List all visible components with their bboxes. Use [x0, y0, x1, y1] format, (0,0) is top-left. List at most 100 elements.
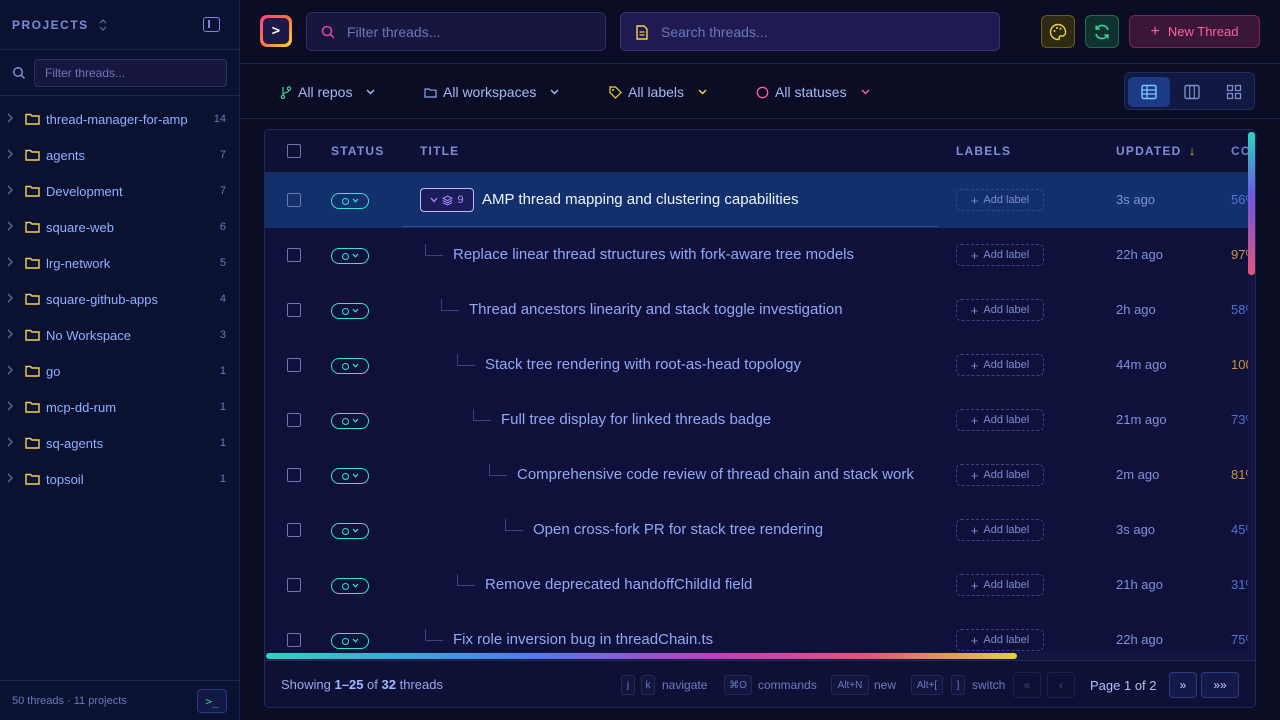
showing-unit: threads	[399, 677, 443, 692]
table-row[interactable]: Open cross-fork PR for stack tree render…	[265, 503, 1255, 558]
workspaces-filter[interactable]: All workspaces	[424, 81, 559, 103]
chevron-right-icon[interactable]	[7, 149, 15, 162]
column-title[interactable]: TITLE	[420, 144, 459, 158]
table-row[interactable]: Full tree display for linked threads bad…	[265, 393, 1255, 448]
thread-search-input[interactable]: Search threads...	[620, 12, 1000, 51]
stack-toggle-badge[interactable]: 9	[420, 188, 474, 212]
statuses-filter[interactable]: All statuses	[756, 81, 870, 103]
status-dropdown[interactable]	[331, 248, 369, 264]
thread-title[interactable]: Full tree display for linked threads bad…	[501, 411, 771, 428]
table-row[interactable]: Thread ancestors linearity and stack tog…	[265, 283, 1255, 338]
terminal-button[interactable]: >_	[197, 689, 227, 713]
add-label-button[interactable]: + Add label	[956, 244, 1044, 266]
add-label-button[interactable]: + Add label	[956, 299, 1044, 321]
table-view-button[interactable]	[1128, 77, 1170, 107]
thread-filter-input[interactable]: Filter threads...	[306, 12, 606, 51]
project-item[interactable]: thread-manager-for-amp 14	[0, 101, 240, 137]
add-label-button[interactable]: + Add label	[956, 464, 1044, 486]
table-row[interactable]: 9 AMP thread mapping and clustering capab…	[265, 173, 1255, 228]
thread-title[interactable]: AMP thread mapping and clustering capabi…	[482, 191, 799, 208]
column-updated[interactable]: UPDATED ↓	[1116, 144, 1196, 158]
thread-title[interactable]: Remove deprecated handoffChildId field	[485, 576, 752, 593]
status-dropdown[interactable]	[331, 523, 369, 539]
row-checkbox[interactable]	[287, 413, 301, 427]
thread-title[interactable]: Thread ancestors linearity and stack tog…	[469, 301, 843, 318]
status-dropdown[interactable]	[331, 468, 369, 484]
last-page-button[interactable]: »»	[1201, 672, 1239, 698]
kanban-view-button[interactable]	[1171, 77, 1213, 107]
row-checkbox[interactable]	[287, 248, 301, 262]
refresh-button[interactable]	[1085, 15, 1119, 48]
horizontal-scroll-thumb[interactable]	[266, 653, 1017, 659]
chevron-right-icon[interactable]	[7, 437, 15, 450]
collapse-sidebar-icon[interactable]	[203, 17, 220, 32]
project-item[interactable]: lrg-network 5	[0, 245, 240, 281]
table-row[interactable]: Comprehensive code review of thread chai…	[265, 448, 1255, 503]
horizontal-scrollbar[interactable]	[265, 652, 1255, 660]
row-checkbox[interactable]	[287, 193, 301, 207]
theme-palette-button[interactable]	[1041, 15, 1075, 48]
status-dropdown[interactable]	[331, 303, 369, 319]
chevron-right-icon[interactable]	[7, 473, 15, 486]
status-dropdown[interactable]	[331, 413, 369, 429]
project-item[interactable]: agents 7	[0, 137, 240, 173]
chevron-right-icon[interactable]	[7, 401, 15, 414]
status-dropdown[interactable]	[331, 193, 369, 209]
row-checkbox[interactable]	[287, 523, 301, 537]
chevron-right-icon[interactable]	[7, 365, 15, 378]
select-all-checkbox[interactable]	[287, 144, 301, 158]
chevron-right-icon[interactable]	[7, 185, 15, 198]
add-label-button[interactable]: + Add label	[956, 354, 1044, 376]
app-logo[interactable]: >	[260, 15, 292, 47]
column-status[interactable]: STATUS	[331, 144, 384, 158]
add-label-button[interactable]: + Add label	[956, 519, 1044, 541]
add-label-button[interactable]: + Add label	[956, 629, 1044, 651]
status-dropdown[interactable]	[331, 578, 369, 594]
add-label-button[interactable]: + Add label	[956, 189, 1044, 211]
top-bar: > Filter threads... Search threads... + …	[240, 0, 1280, 64]
project-item[interactable]: square-web 6	[0, 209, 240, 245]
status-dropdown[interactable]	[331, 633, 369, 649]
project-item[interactable]: square-github-apps 4	[0, 281, 240, 317]
row-checkbox[interactable]	[287, 578, 301, 592]
repos-filter[interactable]: All repos	[280, 81, 375, 103]
thread-title[interactable]: Fix role inversion bug in threadChain.ts	[453, 631, 713, 648]
row-checkbox[interactable]	[287, 468, 301, 482]
next-page-button[interactable]: »	[1169, 672, 1197, 698]
add-label-button[interactable]: + Add label	[956, 409, 1044, 431]
sort-toggle-icon[interactable]	[99, 18, 107, 31]
row-checkbox[interactable]	[287, 358, 301, 372]
project-item[interactable]: go 1	[0, 353, 240, 389]
project-item[interactable]: No Workspace 3	[0, 317, 240, 353]
chevron-right-icon[interactable]	[7, 293, 15, 306]
row-checkbox[interactable]	[287, 633, 301, 647]
status-dropdown[interactable]	[331, 358, 369, 374]
column-labels[interactable]: LABELS	[956, 144, 1011, 158]
project-item[interactable]: Development 7	[0, 173, 240, 209]
labels-filter[interactable]: All labels	[609, 81, 707, 103]
table-row[interactable]: Replace linear thread structures with fo…	[265, 228, 1255, 283]
table-row[interactable]: Remove deprecated handoffChildId field + A…	[265, 558, 1255, 613]
vertical-scroll-thumb[interactable]	[1248, 132, 1255, 275]
prev-page-button[interactable]: ‹	[1047, 672, 1075, 698]
thread-title[interactable]: Replace linear thread structures with fo…	[453, 246, 854, 263]
thread-title[interactable]: Open cross-fork PR for stack tree render…	[533, 521, 823, 538]
project-item[interactable]: topsoil 1	[0, 461, 240, 497]
new-thread-button[interactable]: + New Thread	[1129, 15, 1260, 48]
chevron-right-icon[interactable]	[7, 257, 15, 270]
chevron-right-icon[interactable]	[7, 221, 15, 234]
project-name: mcp-dd-rum	[46, 399, 117, 415]
project-item[interactable]: sq-agents 1	[0, 425, 240, 461]
thread-title[interactable]: Stack tree rendering with root-as-head t…	[485, 356, 801, 373]
chevron-right-icon[interactable]	[7, 113, 15, 126]
project-item[interactable]: mcp-dd-rum 1	[0, 389, 240, 425]
add-label-button[interactable]: + Add label	[956, 574, 1044, 596]
thread-title[interactable]: Comprehensive code review of thread chai…	[517, 466, 914, 483]
sidebar-filter-input[interactable]	[34, 58, 227, 87]
row-checkbox[interactable]	[287, 303, 301, 317]
chevron-right-icon[interactable]	[7, 329, 15, 342]
table-row[interactable]: Stack tree rendering with root-as-head t…	[265, 338, 1255, 393]
vertical-scrollbar[interactable]	[1248, 130, 1255, 652]
first-page-button[interactable]: «	[1013, 672, 1041, 698]
grid-view-button[interactable]	[1213, 77, 1255, 107]
